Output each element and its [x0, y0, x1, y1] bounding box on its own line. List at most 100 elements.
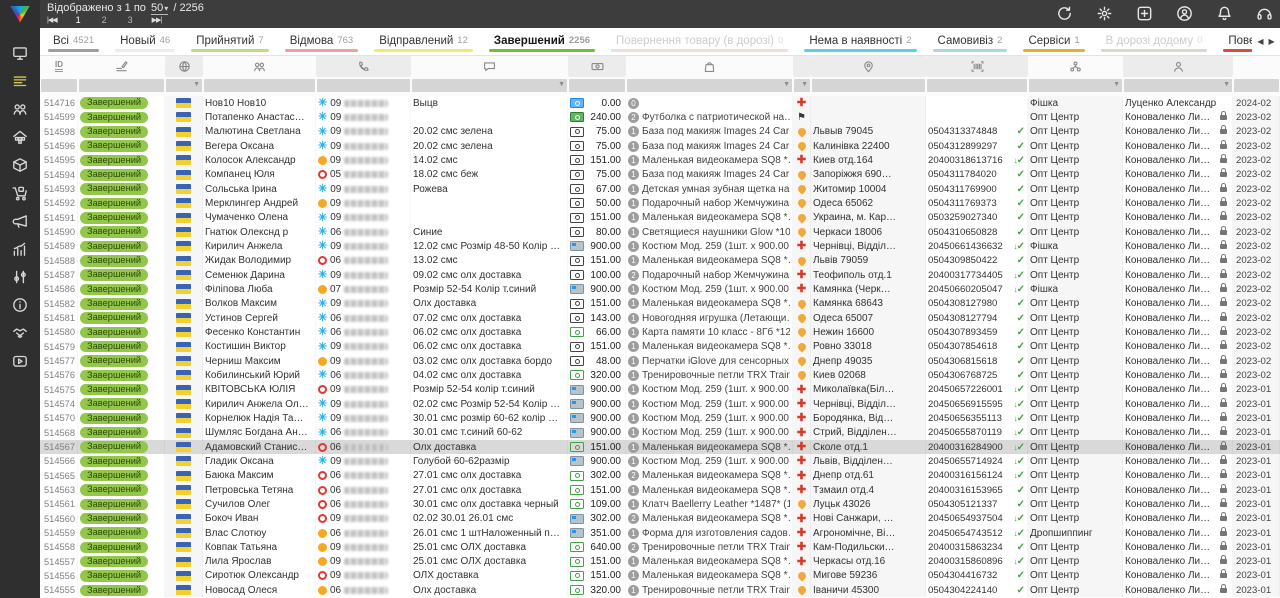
table-row[interactable]: 514590ЗавершенийГнатюк Олекснд р✳06Синие…: [40, 225, 1280, 239]
sidebar-item-video[interactable]: [11, 352, 29, 370]
filter-dropdown-icon[interactable]: ▼: [783, 81, 790, 88]
refresh-icon[interactable]: [1055, 4, 1074, 23]
filter-city[interactable]: [812, 79, 925, 92]
filter-ttn[interactable]: [927, 79, 1027, 92]
app-logo[interactable]: [0, 0, 40, 28]
notifications-bell-icon[interactable]: [1215, 4, 1234, 23]
table-row[interactable]: 514595ЗавершенийКолосок Александр0914.02…: [40, 153, 1280, 167]
table-row[interactable]: 514591ЗавершенийЧумаченко Олена✳09151.00…: [40, 211, 1280, 225]
sidebar-item-warehouse[interactable]: [11, 128, 29, 146]
table-row[interactable]: 514586ЗавершенийФіліпова Люба07Розмір 52…: [40, 282, 1280, 296]
column-header-ttn[interactable]: [926, 56, 1028, 77]
table-row[interactable]: 514579ЗавершенийКостишин Виктор✳0906.02 …: [40, 340, 1280, 354]
table-row[interactable]: 514574ЗавершенийКирилич Анжела Ол…✳0902.…: [40, 397, 1280, 411]
page-size-dropdown[interactable]: 50▾: [151, 2, 168, 15]
first-page-icon[interactable]: |◀◀: [47, 16, 57, 24]
tab-scroll-right-icon[interactable]: ▶: [1269, 37, 1275, 46]
table-row[interactable]: 514594ЗавершенийКомпанец Юля0518.02 смс …: [40, 168, 1280, 182]
tab-3[interactable]: Відмова763: [277, 28, 366, 55]
table-row[interactable]: 514560ЗавершенийБокоч Иван0902.02 30.01 …: [40, 512, 1280, 526]
table-row[interactable]: 514589ЗавершенийКирилич Анжела✳0912.02 с…: [40, 239, 1280, 253]
column-header-date[interactable]: [1233, 56, 1280, 77]
filter-product[interactable]: ▼: [627, 79, 792, 92]
table-row[interactable]: 514593ЗавершенийСольська Ірина✳09Рожева6…: [40, 182, 1280, 196]
table-row[interactable]: 514570ЗавершенийКорнелюк Надія Та…✳0930.…: [40, 411, 1280, 425]
column-header-phone[interactable]: [316, 56, 411, 77]
table-row[interactable]: 514599ЗавершенийПотапенко Анастас…✳09240…: [40, 110, 1280, 124]
sidebar-item-products[interactable]: [11, 156, 29, 174]
table-row[interactable]: 514567ЗавершенийАдамовский Станис…06Олх …: [40, 440, 1280, 454]
table-row[interactable]: 514716ЗавершенийНов10 Нов10✳09Выцв0.000✚…: [40, 96, 1280, 110]
gear-icon[interactable]: [1095, 4, 1114, 23]
tab-8[interactable]: Самовивіз2: [925, 28, 1016, 55]
filter-name[interactable]: [204, 79, 315, 92]
sidebar-item-statistics[interactable]: [11, 240, 29, 258]
tab-4[interactable]: Відправлений12: [366, 28, 481, 55]
filter-country[interactable]: ▼: [166, 79, 202, 92]
table-row[interactable]: 514592ЗавершенийМерклингер Андрей0950.00…: [40, 196, 1280, 210]
sidebar-item-info[interactable]: [11, 296, 29, 314]
table-row[interactable]: 514587ЗавершенийСеменюк Дарина✳0909.02 с…: [40, 268, 1280, 282]
table-row[interactable]: 514556ЗавершенийСиротюк Олександр09ОЛХ д…: [40, 569, 1280, 583]
table-row[interactable]: 514580ЗавершенийФесенко Константин✳0606.…: [40, 325, 1280, 339]
table-row[interactable]: 514588ЗавершенийЖидак Володимир0613.02 с…: [40, 254, 1280, 268]
page-button-3[interactable]: 3: [126, 15, 135, 25]
column-header-product[interactable]: [626, 56, 793, 77]
sidebar-item-partners[interactable]: [11, 324, 29, 342]
column-header-id[interactable]: ID: [40, 56, 78, 77]
sidebar-item-marketing[interactable]: [11, 212, 29, 230]
account-icon[interactable]: [1175, 4, 1194, 23]
tab-1[interactable]: Новый46: [107, 28, 183, 55]
filter-dropdown-icon[interactable]: ▼: [1223, 81, 1230, 88]
sidebar-item-customers[interactable]: [11, 100, 29, 118]
filter-dropdown-icon[interactable]: ▼: [801, 81, 808, 88]
page-button-2[interactable]: 2: [100, 15, 109, 25]
column-header-comment[interactable]: [411, 56, 568, 77]
table-row[interactable]: 514577ЗавершенийЧерниш Максим0903.02 смс…: [40, 354, 1280, 368]
table-row[interactable]: 514561ЗавершенийСучилов Олег0630.01 смс …: [40, 497, 1280, 511]
tab-5[interactable]: Завершений2256: [481, 28, 603, 55]
tab-6[interactable]: Повернення товару (в дорозі)0: [603, 28, 796, 55]
column-header-manager[interactable]: [1123, 56, 1233, 77]
filter-dropdown-icon[interactable]: ▼: [1113, 81, 1120, 88]
column-header-source[interactable]: [1028, 56, 1123, 77]
filter-phone[interactable]: [317, 79, 410, 92]
column-header-status[interactable]: [78, 56, 165, 77]
table-row[interactable]: 514559ЗавершенийВлас Слотюу0626.01 смс 1…: [40, 526, 1280, 540]
table-row[interactable]: 514563ЗавершенийПетровська Тетяна0627.01…: [40, 483, 1280, 497]
add-order-icon[interactable]: [1135, 4, 1154, 23]
table-row[interactable]: 514582ЗавершенийВолков Максим✳09Олх дост…: [40, 297, 1280, 311]
tab-9[interactable]: Сервіси1: [1015, 28, 1092, 55]
sidebar-item-desktop[interactable]: [11, 44, 29, 62]
column-header-name[interactable]: [203, 56, 316, 77]
tab-0[interactable]: Всі4521: [40, 28, 107, 55]
filter-comment[interactable]: ▼: [412, 79, 567, 92]
table-row[interactable]: 514555ЗавершенийНовосад Олеся06Олх доста…: [40, 583, 1280, 597]
filter-dropdown-icon[interactable]: ▼: [193, 81, 200, 88]
table-row[interactable]: 514576ЗавершенийКобилинський Юрий✳0604.0…: [40, 368, 1280, 382]
filter-dropdown-icon[interactable]: ▼: [558, 81, 565, 88]
table-row[interactable]: 514581ЗавершенийУстинов Сергей✳0607.02 с…: [40, 311, 1280, 325]
filter-pay[interactable]: [569, 79, 625, 92]
table-row[interactable]: 514558ЗавершенийКовпак Татьяна0925.01 см…: [40, 540, 1280, 554]
support-headset-icon[interactable]: [1255, 4, 1274, 23]
filter-status[interactable]: [79, 79, 164, 92]
table-row[interactable]: 514568ЗавершенийШумляс Богдана Ан…✳0630.…: [40, 426, 1280, 440]
table-row[interactable]: 514598ЗавершенийМалютина Светлана✳0920.0…: [40, 125, 1280, 139]
column-header-dicon[interactable]: [793, 56, 811, 77]
column-header-country[interactable]: [165, 56, 203, 77]
sidebar-item-orders[interactable]: [11, 72, 29, 90]
filter-source[interactable]: ▼: [1029, 79, 1122, 92]
sidebar-item-procurement[interactable]: [11, 184, 29, 202]
page-button-1[interactable]: 1: [74, 15, 83, 25]
tab-2[interactable]: Прийнятий7: [183, 28, 277, 55]
table-row[interactable]: 514565ЗавершенийБаюка Максим0627.01 смс …: [40, 469, 1280, 483]
filter-dicon[interactable]: ▼: [794, 79, 810, 92]
filter-date[interactable]: [1234, 79, 1279, 92]
sidebar-item-settings[interactable]: [11, 268, 29, 286]
column-header-pay[interactable]: [568, 56, 626, 77]
table-row[interactable]: 514566ЗавершенийГладик Оксана✳09Голубой …: [40, 454, 1280, 468]
filter-manager[interactable]: ▼: [1124, 79, 1232, 92]
last-page-icon[interactable]: ▶▶|: [152, 16, 162, 24]
column-header-city[interactable]: [811, 56, 926, 77]
